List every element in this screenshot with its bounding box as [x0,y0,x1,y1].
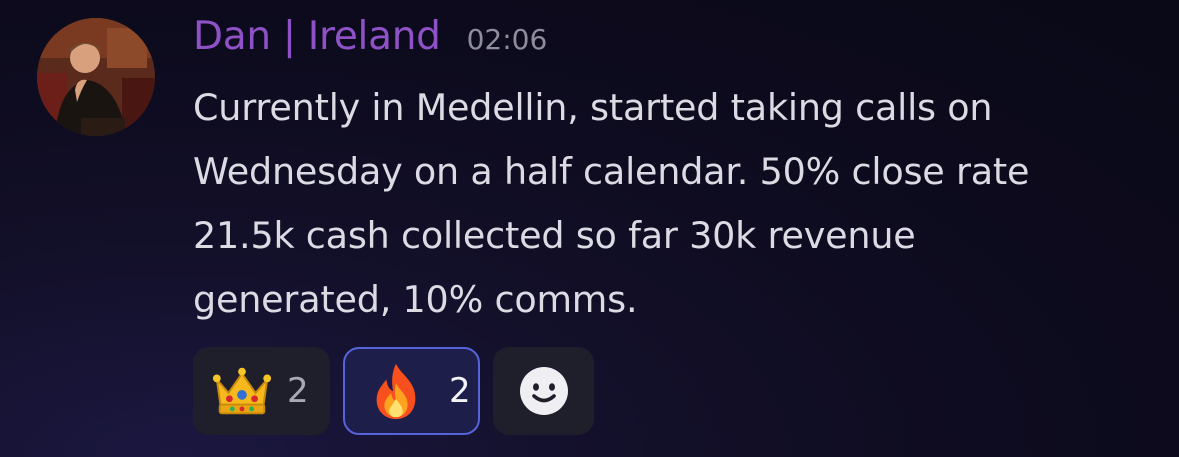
add-reaction-button[interactable] [493,347,594,435]
timestamp[interactable]: 02:06 [467,23,548,56]
message-line: 21.5k cash collected so far 30k revenue [193,214,916,257]
chat-message: Dan | Ireland 02:06 Currently in Medelli… [0,0,1179,457]
reaction-count: 2 [449,371,471,411]
reaction-crown[interactable]: 2 [193,347,330,435]
avatar[interactable] [37,18,155,136]
fire-emoji-icon [376,363,416,420]
reaction-fire[interactable]: 2 [343,347,480,435]
message-line: Currently in Medellin, started taking ca… [193,86,993,129]
reaction-count: 2 [287,371,309,411]
message-line: Wednesday on a half calendar. 50% close … [193,150,1030,193]
message-content: Currently in Medellin, started taking ca… [193,76,1153,332]
crown-emoji-icon [212,367,272,415]
author-name[interactable]: Dan | Ireland [193,14,441,59]
message-line: generated, 10% comms. [193,278,638,321]
smiley-add-reaction-icon [519,367,568,415]
message-header: Dan | Ireland 02:06 [193,14,547,59]
avatar-photo [37,18,155,136]
reactions-bar: 2 2 [193,347,594,435]
